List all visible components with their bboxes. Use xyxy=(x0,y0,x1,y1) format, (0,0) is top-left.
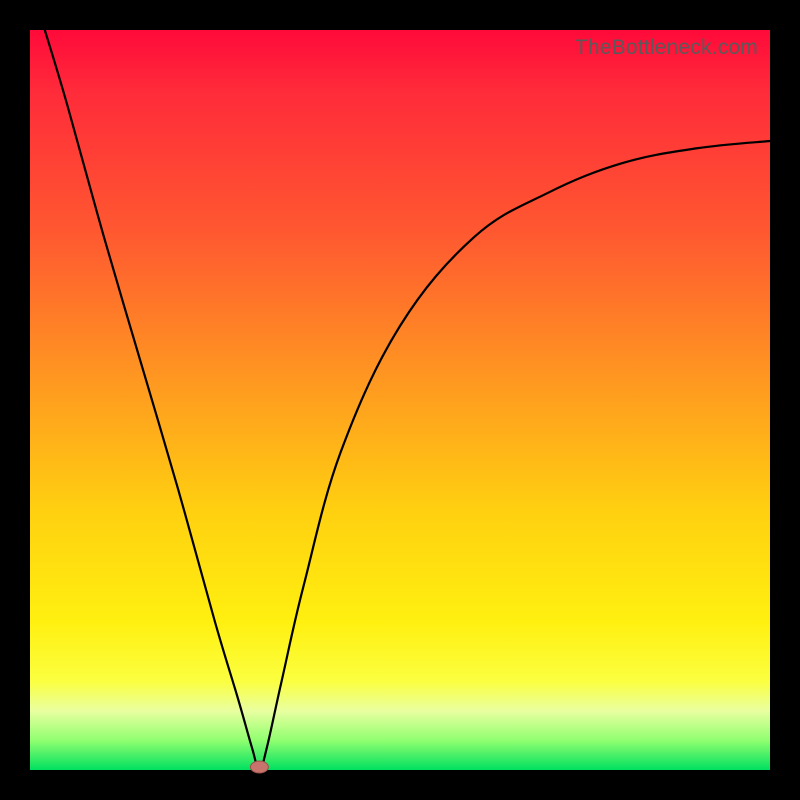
chart-frame: TheBottleneck.com xyxy=(0,0,800,800)
curve-svg xyxy=(30,30,770,770)
plot-area: TheBottleneck.com xyxy=(30,30,770,770)
bottleneck-curve xyxy=(45,30,770,770)
optimal-point xyxy=(250,761,268,773)
